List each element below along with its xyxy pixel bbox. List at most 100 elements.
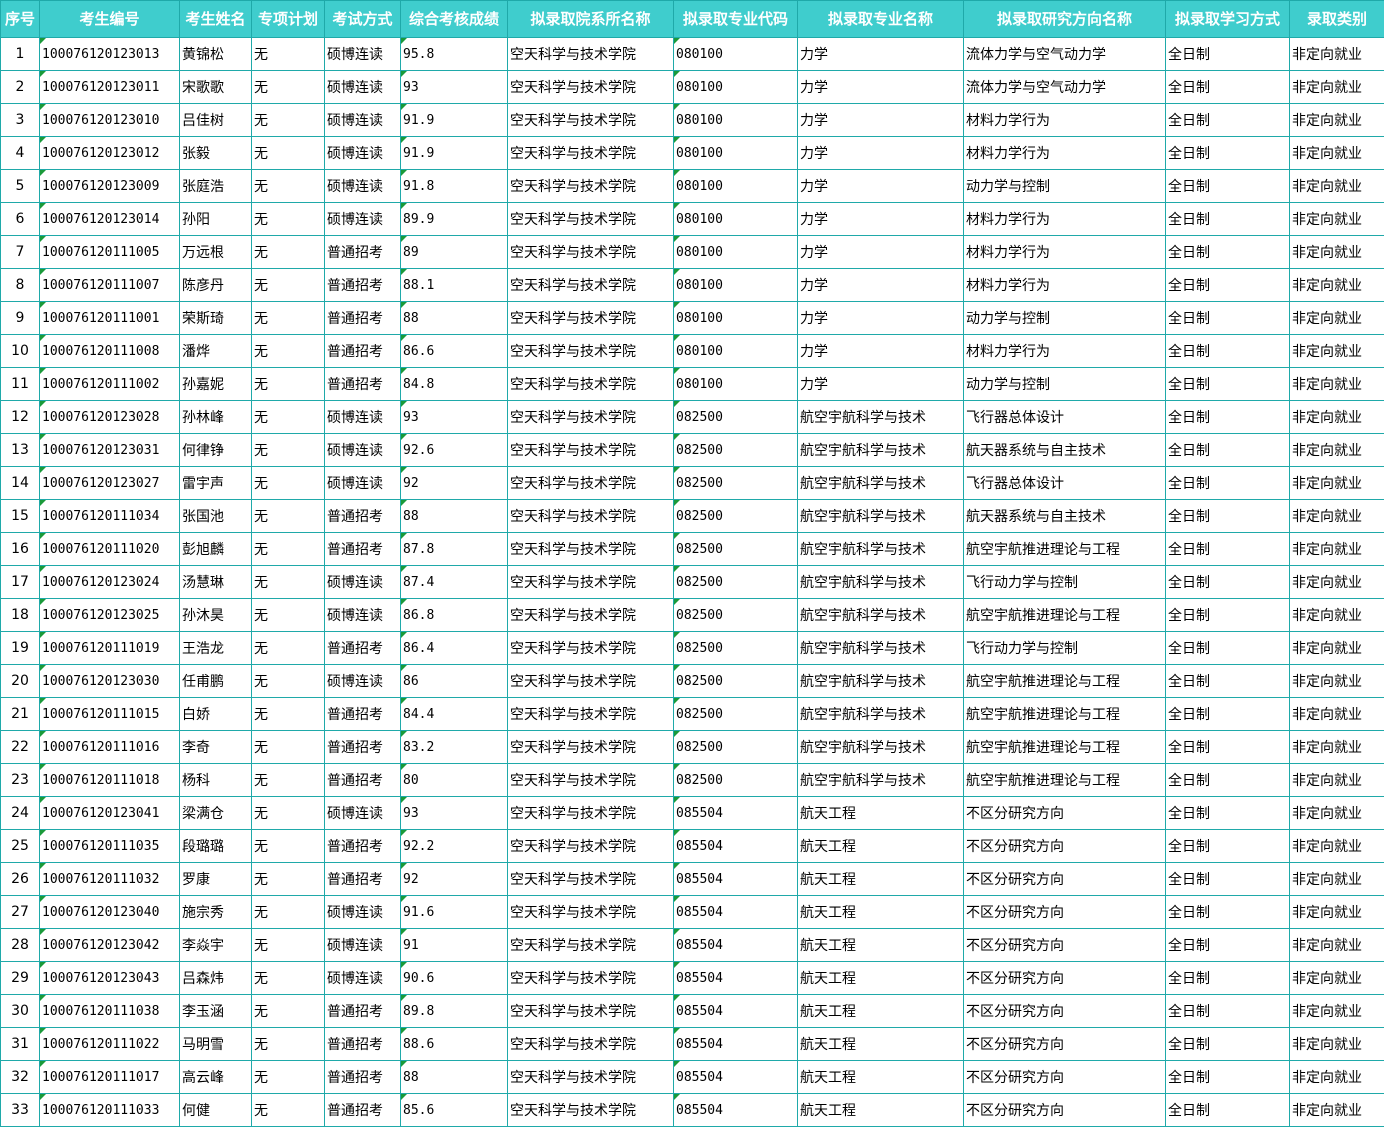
cell-exam-mode[interactable]: 普通招考 [325,335,401,368]
cell-index[interactable]: 3 [1,104,40,137]
cell-study-mode[interactable]: 全日制 [1166,335,1290,368]
cell-exam-mode[interactable]: 硕博连读 [325,599,401,632]
cell-candidate-id[interactable]: 100076120111005 [40,236,180,269]
table-row[interactable]: 25100076120111035段璐璐无普通招考92.2空天科学与技术学院08… [1,830,1384,863]
cell-study-mode[interactable]: 全日制 [1166,203,1290,236]
cell-major-code[interactable]: 082500 [674,665,798,698]
cell-index[interactable]: 11 [1,368,40,401]
cell-name[interactable]: 孙阳 [180,203,252,236]
cell-score[interactable]: 88.6 [401,1028,508,1061]
cell-special-plan[interactable]: 无 [252,929,325,962]
cell-special-plan[interactable]: 无 [252,236,325,269]
cell-admission-type[interactable]: 非定向就业 [1290,533,1384,566]
cell-school[interactable]: 空天科学与技术学院 [508,665,674,698]
cell-major-code[interactable]: 082500 [674,434,798,467]
cell-school[interactable]: 空天科学与技术学院 [508,533,674,566]
cell-special-plan[interactable]: 无 [252,665,325,698]
cell-research-direction[interactable]: 不区分研究方向 [964,1028,1166,1061]
cell-study-mode[interactable]: 全日制 [1166,137,1290,170]
table-row[interactable]: 32100076120111017高云峰无普通招考88空天科学与技术学院0855… [1,1061,1384,1094]
cell-score[interactable]: 88 [401,500,508,533]
cell-exam-mode[interactable]: 普通招考 [325,698,401,731]
cell-special-plan[interactable]: 无 [252,104,325,137]
cell-exam-mode[interactable]: 硕博连读 [325,929,401,962]
cell-school[interactable]: 空天科学与技术学院 [508,170,674,203]
cell-major-code[interactable]: 082500 [674,599,798,632]
cell-special-plan[interactable]: 无 [252,995,325,1028]
table-row[interactable]: 5100076120123009张庭浩无硕博连读91.8空天科学与技术学院080… [1,170,1384,203]
cell-admission-type[interactable]: 非定向就业 [1290,599,1384,632]
table-row[interactable]: 24100076120123041梁满仓无硕博连读93空天科学与技术学院0855… [1,797,1384,830]
cell-major-name[interactable]: 航空宇航科学与技术 [798,599,964,632]
cell-school[interactable]: 空天科学与技术学院 [508,335,674,368]
cell-school[interactable]: 空天科学与技术学院 [508,731,674,764]
cell-admission-type[interactable]: 非定向就业 [1290,170,1384,203]
cell-major-code[interactable]: 080100 [674,71,798,104]
cell-school[interactable]: 空天科学与技术学院 [508,137,674,170]
cell-major-name[interactable]: 航天工程 [798,1061,964,1094]
cell-name[interactable]: 梁满仓 [180,797,252,830]
cell-research-direction[interactable]: 材料力学行为 [964,104,1166,137]
cell-study-mode[interactable]: 全日制 [1166,71,1290,104]
cell-special-plan[interactable]: 无 [252,335,325,368]
cell-major-code[interactable]: 082500 [674,533,798,566]
cell-study-mode[interactable]: 全日制 [1166,302,1290,335]
cell-special-plan[interactable]: 无 [252,137,325,170]
cell-research-direction[interactable]: 不区分研究方向 [964,929,1166,962]
cell-score[interactable]: 86 [401,665,508,698]
cell-admission-type[interactable]: 非定向就业 [1290,698,1384,731]
cell-major-name[interactable]: 力学 [798,269,964,302]
cell-candidate-id[interactable]: 100076120123041 [40,797,180,830]
cell-school[interactable]: 空天科学与技术学院 [508,1028,674,1061]
table-row[interactable]: 15100076120111034张国池无普通招考88空天科学与技术学院0825… [1,500,1384,533]
cell-major-code[interactable]: 082500 [674,731,798,764]
cell-name[interactable]: 吕森炜 [180,962,252,995]
table-row[interactable]: 3100076120123010吕佳树无硕博连读91.9空天科学与技术学院080… [1,104,1384,137]
cell-index[interactable]: 23 [1,764,40,797]
cell-school[interactable]: 空天科学与技术学院 [508,632,674,665]
cell-score[interactable]: 83.2 [401,731,508,764]
cell-study-mode[interactable]: 全日制 [1166,368,1290,401]
cell-name[interactable]: 李玉涵 [180,995,252,1028]
cell-special-plan[interactable]: 无 [252,1028,325,1061]
table-row[interactable]: 9100076120111001荣斯琦无普通招考88空天科学与技术学院08010… [1,302,1384,335]
cell-major-code[interactable]: 080100 [674,104,798,137]
table-row[interactable]: 6100076120123014孙阳无硕博连读89.9空天科学与技术学院0801… [1,203,1384,236]
cell-exam-mode[interactable]: 普通招考 [325,1061,401,1094]
cell-score[interactable]: 92.2 [401,830,508,863]
cell-research-direction[interactable]: 飞行器总体设计 [964,467,1166,500]
cell-study-mode[interactable]: 全日制 [1166,401,1290,434]
cell-major-name[interactable]: 航空宇航科学与技术 [798,401,964,434]
cell-research-direction[interactable]: 不区分研究方向 [964,797,1166,830]
table-row[interactable]: 31100076120111022马明雪无普通招考88.6空天科学与技术学院08… [1,1028,1384,1061]
cell-admission-type[interactable]: 非定向就业 [1290,302,1384,335]
cell-exam-mode[interactable]: 普通招考 [325,500,401,533]
cell-name[interactable]: 白娇 [180,698,252,731]
cell-major-name[interactable]: 航天工程 [798,830,964,863]
cell-admission-type[interactable]: 非定向就业 [1290,797,1384,830]
cell-school[interactable]: 空天科学与技术学院 [508,863,674,896]
cell-name[interactable]: 任甫鹏 [180,665,252,698]
cell-index[interactable]: 32 [1,1061,40,1094]
cell-admission-type[interactable]: 非定向就业 [1290,335,1384,368]
cell-major-code[interactable]: 082500 [674,698,798,731]
cell-exam-mode[interactable]: 硕博连读 [325,170,401,203]
cell-study-mode[interactable]: 全日制 [1166,665,1290,698]
cell-exam-mode[interactable]: 硕博连读 [325,401,401,434]
cell-score[interactable]: 86.8 [401,599,508,632]
cell-special-plan[interactable]: 无 [252,71,325,104]
table-row[interactable]: 8100076120111007陈彦丹无普通招考88.1空天科学与技术学院080… [1,269,1384,302]
cell-score[interactable]: 91 [401,929,508,962]
cell-exam-mode[interactable]: 普通招考 [325,863,401,896]
cell-major-code[interactable]: 085504 [674,863,798,896]
cell-candidate-id[interactable]: 100076120123027 [40,467,180,500]
cell-study-mode[interactable]: 全日制 [1166,467,1290,500]
cell-major-name[interactable]: 航空宇航科学与技术 [798,698,964,731]
cell-candidate-id[interactable]: 100076120111020 [40,533,180,566]
cell-score[interactable]: 84.8 [401,368,508,401]
cell-major-name[interactable]: 航天工程 [798,962,964,995]
cell-research-direction[interactable]: 航空宇航推进理论与工程 [964,665,1166,698]
cell-study-mode[interactable]: 全日制 [1166,995,1290,1028]
table-row[interactable]: 20100076120123030任甫鹏无硕博连读86空天科学与技术学院0825… [1,665,1384,698]
table-row[interactable]: 16100076120111020彭旭麟无普通招考87.8空天科学与技术学院08… [1,533,1384,566]
